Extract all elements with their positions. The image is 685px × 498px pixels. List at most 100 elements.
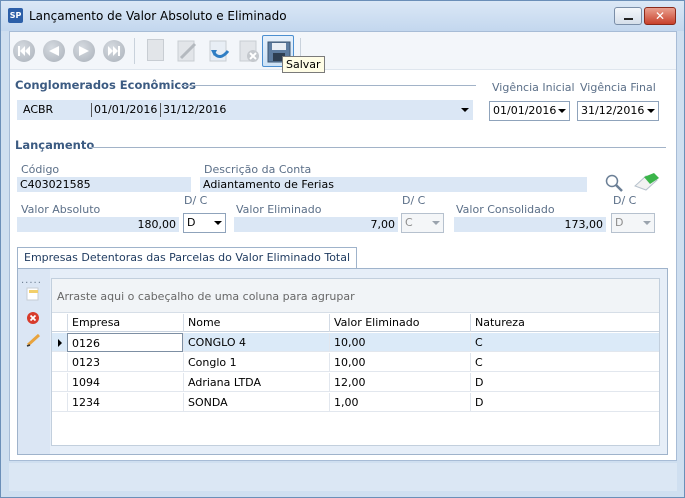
codigo-field[interactable]: C403021585 <box>17 177 191 192</box>
edit-button[interactable] <box>172 35 202 67</box>
cell-natureza[interactable]: D <box>470 393 659 412</box>
descricao-label: Descrição da Conta <box>204 163 312 176</box>
vigencia-final-value: 31/12/2016 <box>581 104 645 117</box>
dc-value-3: D <box>615 216 624 229</box>
dc-select-2: C <box>401 213 444 233</box>
new-button[interactable] <box>140 35 170 67</box>
chevron-down-icon <box>647 109 655 113</box>
dc-label-3: D/ C <box>613 194 637 207</box>
undo-button[interactable] <box>204 35 234 67</box>
search-icon[interactable] <box>604 173 624 193</box>
dc-label-2: D/ C <box>402 194 426 207</box>
cell-nome[interactable]: SONDA <box>183 393 329 412</box>
vigencia-inicial-select[interactable]: 01/01/2016 <box>489 101 570 121</box>
vigencia-final-select[interactable]: 31/12/2016 <box>577 101 659 121</box>
column-header-natureza[interactable]: Natureza <box>470 314 659 332</box>
save-tooltip: Salvar <box>282 56 325 73</box>
codigo-label: Código <box>21 163 60 176</box>
valor-absoluto-field[interactable]: 180,00 <box>17 217 179 232</box>
descricao-field[interactable]: Adiantamento de Ferias <box>200 177 587 192</box>
new-document-icon <box>147 39 164 61</box>
chevron-down-icon <box>643 221 651 225</box>
toolbar <box>10 32 676 70</box>
cell-empresa[interactable]: 0123 <box>67 353 183 372</box>
chevron-down-icon <box>558 109 566 113</box>
status-bar <box>9 463 677 491</box>
conglomerado-select[interactable]: ACBR 01/01/2016 31/12/2016 <box>17 100 473 120</box>
column-header-valor-eliminado[interactable]: Valor Eliminado <box>329 314 470 332</box>
group-by-hint: Arraste aqui o cabeçalho de uma coluna p… <box>57 290 355 303</box>
table-row[interactable]: 0126 CONGLO 4 10,00 C <box>52 333 659 352</box>
valor-consolidado-label: Valor Consolidado <box>456 203 555 216</box>
dc-select-3: D <box>611 213 655 233</box>
dc-value-2: C <box>405 216 413 229</box>
conglomerados-title: Conglomerados Econômicos <box>15 78 196 92</box>
delete-button[interactable] <box>234 35 264 67</box>
group-by-panel[interactable]: Arraste aqui o cabeçalho de uma coluna p… <box>52 279 659 313</box>
tab-panel: ..... Arraste aqui o cabeçalho de uma co… <box>17 268 668 455</box>
first-icon <box>18 46 30 56</box>
chevron-down-icon <box>214 221 222 225</box>
valor-absoluto-label: Valor Absoluto <box>21 203 101 216</box>
lancamento-title: Lançamento <box>15 138 95 152</box>
main-window: SP Lançamento de Valor Absoluto e Elimin… <box>0 0 685 498</box>
tab-empresas-detentoras[interactable]: Empresas Detentoras das Parcelas do Valo… <box>17 247 358 269</box>
cell-valor-eliminado[interactable]: 10,00 <box>329 353 470 372</box>
add-icon[interactable] <box>26 287 40 301</box>
column-header-empresa[interactable]: Empresa <box>67 314 183 332</box>
chevron-down-icon <box>432 221 440 225</box>
close-button[interactable]: ✕ <box>644 7 676 25</box>
toolbar-separator <box>134 38 135 64</box>
title-bar: SP Lançamento de Valor Absoluto e Elimin… <box>1 1 684 31</box>
edit-icon <box>177 40 197 62</box>
drag-handle[interactable]: ..... <box>21 275 42 286</box>
last-record-button[interactable] <box>100 35 130 67</box>
valor-eliminado-label: Valor Eliminado <box>236 203 322 216</box>
dc-select-1[interactable]: D <box>183 213 226 233</box>
vigencia-inicial-label: Vigência Inicial <box>492 81 575 94</box>
column-header-nome[interactable]: Nome <box>183 314 329 332</box>
delete-icon[interactable] <box>26 311 40 325</box>
delete-icon <box>239 40 259 62</box>
table-row[interactable]: 0123 Conglo 1 10,00 C <box>52 353 659 372</box>
row-pointer-icon <box>58 339 62 347</box>
dc-value-1: D <box>187 216 196 229</box>
cell-valor-eliminado[interactable]: 12,00 <box>329 373 470 392</box>
conglomerado-end: 31/12/2016 <box>163 103 227 116</box>
grid-sidebar: ..... <box>18 269 50 454</box>
minimize-button[interactable] <box>614 7 642 25</box>
valor-eliminado-field[interactable]: 7,00 <box>234 217 398 232</box>
cell-empresa[interactable]: 1234 <box>67 393 183 412</box>
table-row[interactable]: 1234 SONDA 1,00 D <box>52 393 659 412</box>
last-icon <box>108 46 120 56</box>
previous-icon <box>49 46 59 56</box>
valor-consolidado-field[interactable]: 173,00 <box>454 217 606 232</box>
cell-empresa[interactable]: 1094 <box>67 373 183 392</box>
cell-natureza[interactable]: D <box>470 373 659 392</box>
eraser-icon[interactable] <box>632 172 660 192</box>
undo-icon <box>209 40 230 62</box>
app-logo-icon: SP <box>8 8 23 23</box>
cell-valor-eliminado[interactable]: 10,00 <box>329 333 470 352</box>
window-title: Lançamento de Valor Absoluto e Eliminado <box>29 9 287 23</box>
previous-record-button[interactable] <box>40 35 70 67</box>
conglomerado-name: ACBR <box>23 103 54 116</box>
first-record-button[interactable] <box>10 35 40 67</box>
cell-natureza[interactable]: C <box>470 333 659 352</box>
vigencia-final-label: Vigência Final <box>580 81 656 94</box>
next-icon <box>79 46 89 56</box>
vigencia-inicial-value: 01/01/2016 <box>493 104 557 117</box>
cell-nome[interactable]: Conglo 1 <box>183 353 329 372</box>
table-row[interactable]: 1094 Adriana LTDA 12,00 D <box>52 373 659 392</box>
cell-valor-eliminado[interactable]: 1,00 <box>329 393 470 412</box>
cell-nome[interactable]: Adriana LTDA <box>183 373 329 392</box>
grid-header: Empresa Nome Valor Eliminado Natureza <box>52 314 659 332</box>
next-record-button[interactable] <box>70 35 100 67</box>
chevron-down-icon <box>461 108 469 112</box>
edit-icon[interactable] <box>26 333 42 347</box>
cell-empresa[interactable]: 0126 <box>67 333 183 352</box>
cell-nome[interactable]: CONGLO 4 <box>183 333 329 352</box>
cell-natureza[interactable]: C <box>470 353 659 372</box>
dc-label-1: D/ C <box>184 194 208 207</box>
section-divider <box>181 85 476 86</box>
